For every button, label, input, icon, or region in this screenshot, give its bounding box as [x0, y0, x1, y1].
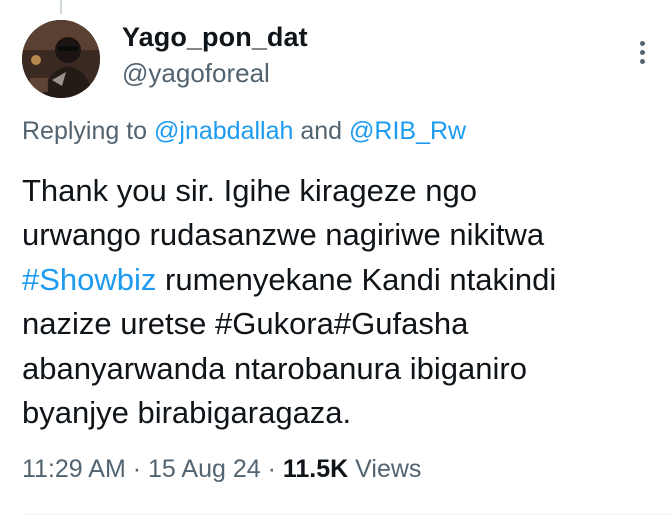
hashtag-link[interactable]: #Showbiz: [22, 262, 156, 297]
views-count: 11.5K: [282, 455, 349, 483]
mention-link[interactable]: @RIB_Rw: [349, 117, 466, 145]
tweet-time[interactable]: 11:29 AM: [22, 455, 126, 483]
replying-to: Replying to @jnabdallah and @RIB_Rw: [22, 117, 466, 146]
more-vertical-icon[interactable]: [632, 38, 652, 68]
tweet-text-line: Thank you sir. Igihe kirageze ngo: [22, 173, 477, 208]
tweet-text-line: nazize uretse #Gukora#Gufasha: [22, 306, 469, 342]
tweet-text-line: byanjye birabigaragaza.: [22, 395, 352, 431]
replying-to-joiner: and: [300, 117, 343, 145]
author-handle[interactable]: @yagoforeal: [122, 58, 270, 89]
tweet-text-line: #Showbiz rumenyekane Kandi ntakindi: [22, 258, 662, 302]
views-label: Views: [355, 455, 422, 483]
tweet-text-segment: rumenyekane Kandi ntakindi: [165, 261, 557, 297]
tweet-text-line: abanyarwanda ntarobanura ibiganiro: [22, 350, 527, 386]
tweet-text-line: urwango rudasanzwe nagiriwe nikitwa: [22, 217, 545, 253]
avatar[interactable]: [22, 20, 100, 98]
divider: [22, 514, 672, 515]
mention-link[interactable]: @jnabdallah: [154, 117, 293, 145]
meta-separator: ·: [267, 455, 276, 483]
tweet-metadata: 11:29 AM · 15 Aug 24 · 11.5K Views: [22, 455, 421, 484]
tweet-body: Thank you sir. Igihe kirageze ngo urwang…: [22, 169, 662, 435]
tweet-date[interactable]: 15 Aug 24: [148, 455, 261, 483]
replying-to-label: Replying to: [22, 117, 148, 145]
author-display-name[interactable]: Yago_pon_dat: [122, 22, 308, 53]
meta-separator: ·: [132, 455, 142, 483]
thread-connector-line: [60, 0, 62, 14]
